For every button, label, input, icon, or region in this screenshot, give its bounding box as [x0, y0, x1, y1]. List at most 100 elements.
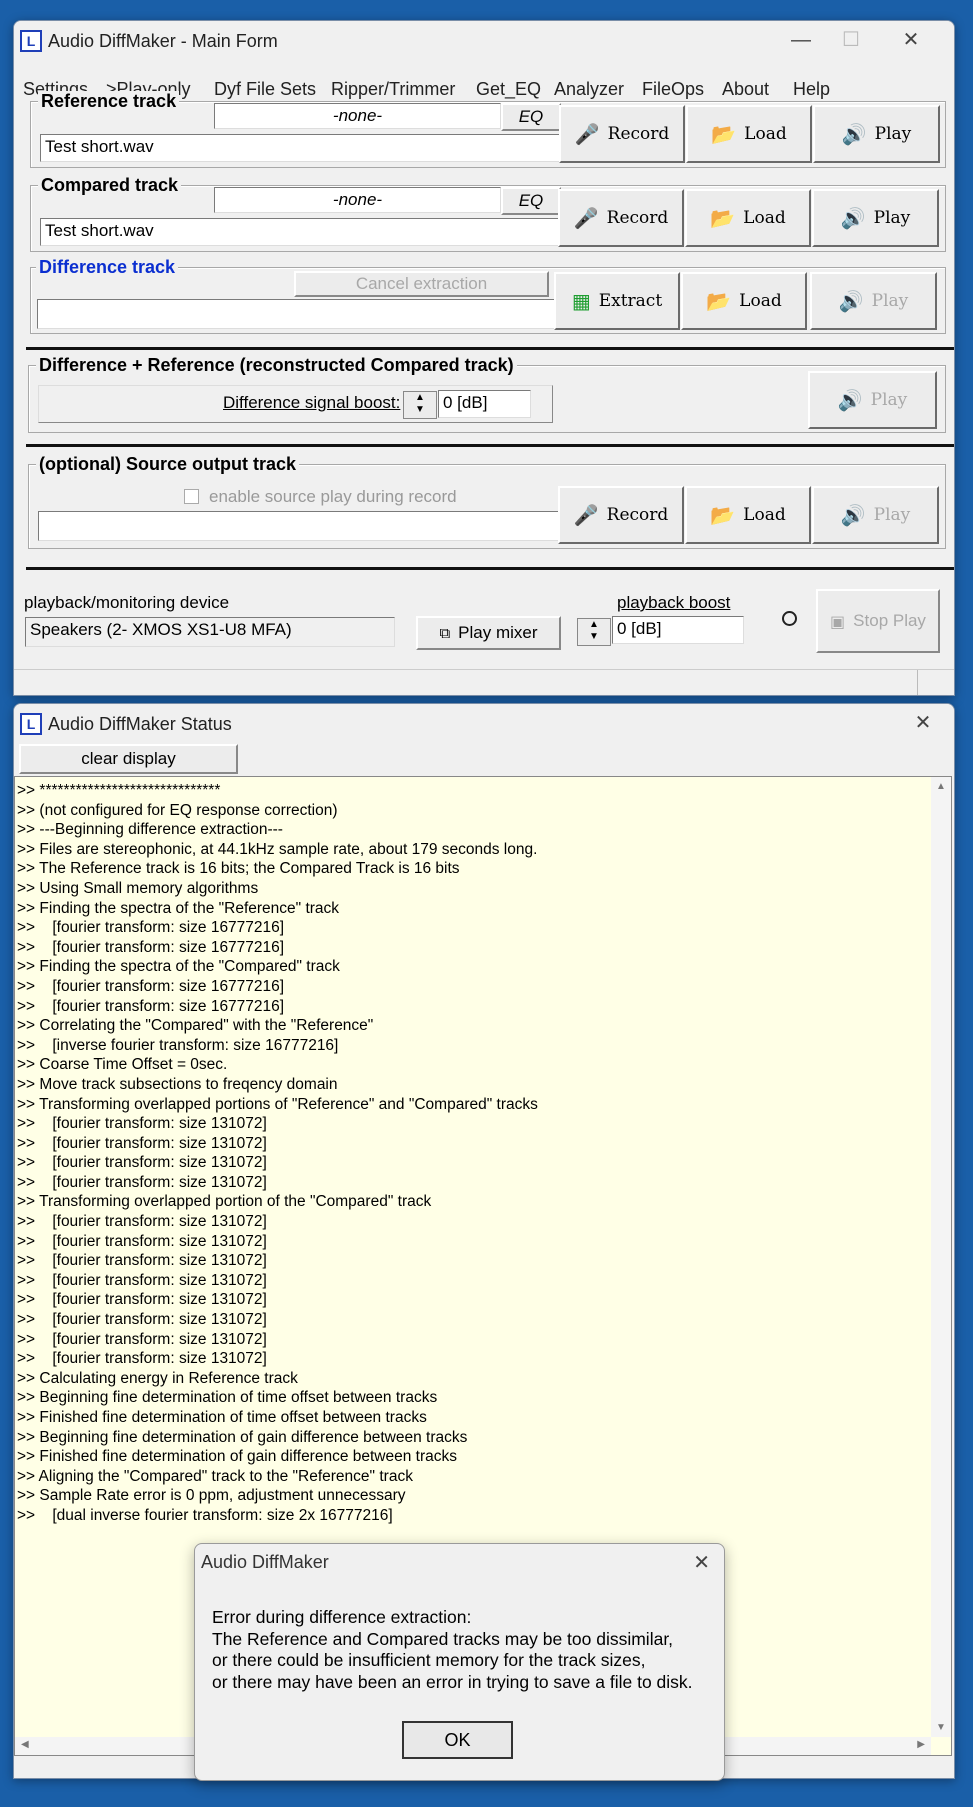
- folder-icon: 📂: [710, 503, 736, 527]
- reference-eq-button[interactable]: EQ: [501, 103, 561, 131]
- menu-get-eq[interactable]: Get_EQ: [476, 79, 541, 100]
- log-line: >> Finished fine determination of gain d…: [17, 1448, 458, 1466]
- menu-dyf-file-sets[interactable]: Dyf File Sets: [214, 79, 316, 100]
- ok-button-label: OK: [444, 1730, 471, 1750]
- diff-ref-play-label: Play: [870, 390, 908, 410]
- reference-load-label: Load: [744, 124, 787, 144]
- source-play-checkbox[interactable]: [184, 489, 199, 504]
- maximize-icon[interactable]: ☐: [828, 25, 874, 55]
- divider: [26, 347, 954, 350]
- extract-button[interactable]: ▦ Extract: [554, 272, 680, 330]
- playback-boost-spinner[interactable]: ▲ ▼: [577, 618, 611, 646]
- log-line: >> Finished fine determination of time o…: [17, 1409, 427, 1426]
- reference-play-button[interactable]: 🔊 Play: [813, 105, 940, 163]
- close-icon[interactable]: ✕: [888, 25, 934, 55]
- vertical-scrollbar[interactable]: ▲ ▼: [931, 777, 951, 1737]
- reference-record-label: Record: [607, 124, 670, 144]
- difference-play-button[interactable]: 🔊 Play: [810, 272, 937, 330]
- log-line: >> Beginning fine determination of time …: [17, 1389, 438, 1407]
- diff-boost-field[interactable]: 0 [dB]: [438, 390, 531, 418]
- log-line: >> [fourier transform: size 131072]: [17, 1154, 267, 1172]
- log-line: >> Move track subsections to freqency do…: [17, 1075, 338, 1093]
- dialog-line: or there may have been an error in tryin…: [212, 1671, 693, 1692]
- log-line: >> [fourier transform: size 131072]: [17, 1232, 267, 1250]
- diff-boost-label: Difference signal boost:: [223, 393, 401, 412]
- compared-record-button[interactable]: 🎤 Record: [558, 189, 684, 247]
- menu-analyzer[interactable]: Analyzer: [554, 79, 624, 100]
- compared-eq-button[interactable]: EQ: [501, 187, 561, 215]
- dialog-line: Error during difference extraction:: [212, 1607, 472, 1627]
- menu-ripper-trimmer[interactable]: Ripper/Trimmer: [331, 79, 455, 100]
- stop-play-button[interactable]: ▣ Stop Play: [816, 589, 940, 653]
- log-line: >> Finding the spectra of the "Compared"…: [17, 958, 340, 976]
- source-record-button[interactable]: 🎤 Record: [558, 486, 684, 544]
- clear-display-button[interactable]: clear display: [19, 744, 238, 774]
- dialog-message: Error during difference extraction: The …: [212, 1607, 693, 1693]
- reference-load-button[interactable]: 📂 Load: [686, 105, 812, 163]
- microphone-icon: 🎤: [573, 503, 599, 527]
- dialog-title: Audio DiffMaker: [201, 1552, 329, 1572]
- compared-record-label: Record: [606, 208, 669, 228]
- reference-record-button[interactable]: 🎤 Record: [559, 105, 685, 163]
- log-line: >> Aligning the "Compared" track to the …: [17, 1467, 413, 1485]
- playback-device-field[interactable]: Speakers (2- XMOS XS1-U8 MFA): [25, 617, 395, 647]
- log-line: >> The Reference track is 16 bits; the C…: [17, 860, 460, 878]
- log-line: >> [fourier transform: size 131072]: [17, 1291, 267, 1309]
- folder-icon: 📂: [711, 122, 737, 146]
- status-window-title: Audio DiffMaker Status: [48, 714, 232, 734]
- diff-ref-label: Difference + Reference (reconstructed Co…: [36, 355, 517, 376]
- app-icon: L: [20, 30, 42, 52]
- log-line: >> Correlating the "Compared" with the "…: [17, 1017, 374, 1035]
- log-line: >> Using Small memory algorithms: [17, 879, 259, 897]
- stop-icon: ▣: [830, 611, 846, 631]
- playback-boost-field[interactable]: 0 [dB]: [612, 616, 744, 644]
- source-file-field[interactable]: [38, 511, 561, 541]
- difference-file-field[interactable]: [37, 299, 560, 329]
- status-log-lines: >> ****************************** >> (not…: [17, 781, 538, 1526]
- divider: [26, 567, 954, 570]
- reference-file-field[interactable]: Test short.wav: [40, 134, 562, 162]
- log-line: >> [fourier transform: size 16777216]: [17, 919, 285, 937]
- playback-device-label: playback/monitoring device: [24, 593, 230, 612]
- compared-file-field[interactable]: Test short.wav: [40, 218, 562, 246]
- minimize-icon[interactable]: —: [778, 25, 824, 55]
- scroll-right-icon[interactable]: ▶: [917, 1739, 925, 1750]
- menu-fileops[interactable]: FileOps: [642, 79, 704, 100]
- diff-boost-spinner[interactable]: ▲ ▼: [403, 391, 437, 419]
- scroll-down-icon[interactable]: ▼: [936, 1722, 946, 1733]
- reference-eq-field[interactable]: -none-: [214, 103, 501, 129]
- compared-eq-field[interactable]: -none-: [214, 187, 501, 213]
- divider: [26, 444, 954, 447]
- log-line: >> [fourier transform: size 131072]: [17, 1134, 267, 1152]
- speaker-icon: 🔊: [838, 289, 864, 313]
- source-play-button[interactable]: 🔊 Play: [812, 486, 939, 544]
- diff-ref-play-button[interactable]: 🔊 Play: [808, 371, 937, 429]
- ok-button[interactable]: OK: [402, 1721, 513, 1759]
- log-line: >> [fourier transform: size 131072]: [17, 1252, 267, 1270]
- close-icon[interactable]: ✕: [900, 708, 946, 738]
- menu-help[interactable]: Help: [793, 79, 830, 100]
- main-titlebar[interactable]: L Audio DiffMaker - Main Form — ☐ ✕: [14, 21, 954, 61]
- source-load-label: Load: [743, 505, 786, 525]
- scroll-left-icon[interactable]: ◀: [21, 1739, 29, 1750]
- scroll-up-icon[interactable]: ▲: [936, 781, 946, 792]
- speaker-icon: 🔊: [837, 388, 863, 412]
- compared-load-button[interactable]: 📂 Load: [685, 189, 811, 247]
- status-titlebar[interactable]: L Audio DiffMaker Status ✕: [14, 704, 954, 744]
- log-line: >> [fourier transform: size 131072]: [17, 1173, 267, 1191]
- menu-about[interactable]: About: [722, 79, 769, 100]
- playback-boost-label: playback boost: [617, 593, 731, 612]
- difference-load-button[interactable]: 📂 Load: [681, 272, 807, 330]
- play-mixer-button[interactable]: ⧉ Play mixer: [416, 616, 561, 650]
- log-line: >> [dual inverse fourier transform: size…: [17, 1506, 393, 1524]
- source-load-button[interactable]: 📂 Load: [685, 486, 811, 544]
- log-line: >> Transforming overlapped portion of th…: [17, 1193, 432, 1211]
- compared-play-button[interactable]: 🔊 Play: [812, 189, 939, 247]
- close-icon[interactable]: ✕: [693, 1550, 710, 1575]
- log-line: >> Transforming overlapped portions of "…: [17, 1095, 538, 1113]
- error-dialog: Audio DiffMaker ✕ Error during differenc…: [194, 1543, 725, 1781]
- folder-icon: 📂: [710, 206, 736, 230]
- reference-play-label: Play: [874, 124, 912, 144]
- cancel-extraction-button[interactable]: Cancel extraction: [294, 271, 549, 297]
- reference-eq-button-label: EQ: [518, 107, 544, 126]
